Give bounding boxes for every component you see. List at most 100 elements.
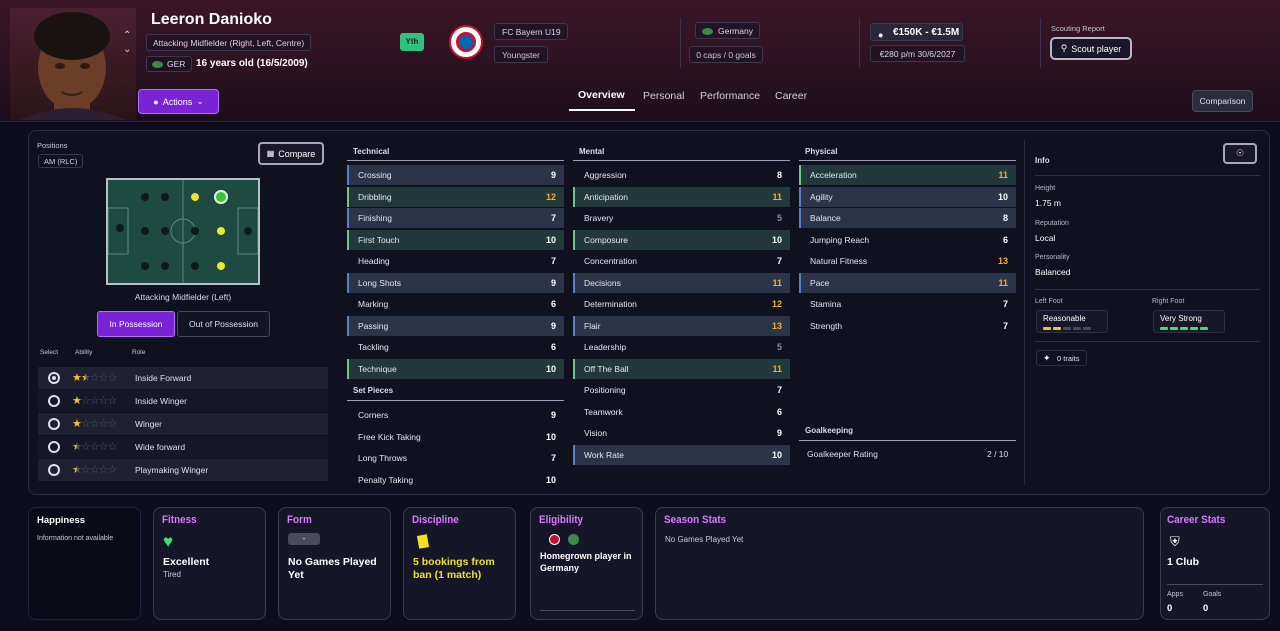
attribute-value: 6: [1002, 234, 1008, 245]
attribute-value: 8: [1002, 213, 1008, 223]
mental-row[interactable]: Bravery 5: [573, 208, 790, 228]
form-title: Form: [287, 514, 312, 526]
physical-row[interactable]: Natural Fitness 13: [799, 251, 1016, 271]
role-radio[interactable]: [48, 372, 60, 384]
tab-performance[interactable]: Performance: [700, 90, 760, 102]
season-stats-card[interactable]: Season Stats No Games Played Yet: [655, 507, 1144, 620]
career-stats-card[interactable]: Career Stats ⛨ 1 Club Apps 0 Goals 0: [1160, 507, 1270, 620]
role-row[interactable]: ★★☆☆☆ Inside Forward: [38, 367, 328, 389]
set_pieces-row[interactable]: Penalty Taking 10: [347, 470, 564, 490]
mental-row[interactable]: Composure 10: [573, 229, 790, 250]
technical-row[interactable]: First Touch 10: [347, 229, 564, 250]
mental-row[interactable]: Vision 9: [573, 423, 790, 443]
physical-row[interactable]: Strength 7: [799, 316, 1016, 336]
role-row[interactable]: ★☆☆☆☆ Wide forward: [38, 436, 328, 458]
role-radio[interactable]: [48, 441, 60, 453]
scout-player-button[interactable]: ⚲ Scout player: [1050, 37, 1132, 60]
set_pieces-row[interactable]: Long Throws 7: [347, 448, 564, 468]
fitness-card[interactable]: Fitness ♥ Excellent Tired: [153, 507, 266, 620]
role-radio[interactable]: [48, 418, 60, 430]
set_pieces-row[interactable]: Free Kick Taking 10: [347, 427, 564, 447]
mental-row[interactable]: Leadership 5: [573, 337, 790, 357]
wage-contract: €280 p/m 30/6/2027: [870, 45, 965, 62]
set_pieces-row[interactable]: Corners 9: [347, 405, 564, 425]
pitch-view-icon[interactable]: ☉: [1223, 143, 1257, 164]
technical-row[interactable]: Finishing 7: [347, 208, 564, 228]
role-row[interactable]: ★☆☆☆☆ Inside Winger: [38, 390, 328, 412]
flag-icon: [568, 534, 579, 545]
technical-row[interactable]: Marking 6: [347, 294, 564, 314]
mental-row[interactable]: Positioning 7: [573, 380, 790, 400]
physical-row[interactable]: Stamina 7: [799, 294, 1016, 314]
player-photo: [10, 8, 136, 120]
mental-row[interactable]: Anticipation 11: [573, 186, 790, 207]
club-logo-icon[interactable]: [449, 25, 483, 59]
attribute-value: 8: [776, 170, 782, 180]
attribute-value: 7: [550, 453, 556, 463]
attribute-value: 5: [776, 342, 782, 352]
mental-row[interactable]: Flair 13: [573, 315, 790, 336]
mental-row[interactable]: Teamwork 6: [573, 402, 790, 422]
technical-row[interactable]: Long Shots 9: [347, 272, 564, 293]
mental-row[interactable]: Decisions 11: [573, 272, 790, 293]
attribute-name: Determination: [584, 299, 637, 309]
mental-row[interactable]: Determination 12: [573, 294, 790, 314]
physical-row[interactable]: Acceleration 11: [799, 165, 1016, 185]
attribute-name: Teamwork: [584, 406, 623, 417]
mental-row[interactable]: Off The Ball 11: [573, 358, 790, 379]
tab-overview[interactable]: Overview: [578, 89, 625, 101]
technical-row[interactable]: Crossing 9: [347, 165, 564, 185]
attribute-value: 11: [772, 277, 782, 288]
technical-row[interactable]: Passing 9: [347, 315, 564, 336]
flag-icon: [702, 28, 713, 35]
technical-row[interactable]: Dribbling 12: [347, 186, 564, 207]
role-radio[interactable]: [48, 395, 60, 407]
meter-segment: [1043, 327, 1051, 330]
attribute-value: 9: [550, 170, 556, 180]
attribute-value: 7: [1002, 299, 1008, 309]
value-badge: ● €150K - €1.5M: [870, 23, 963, 41]
nation-badge[interactable]: Germany: [695, 22, 760, 39]
tab-personal[interactable]: Personal: [643, 90, 684, 102]
out-of-possession-toggle[interactable]: Out of Possession: [177, 311, 270, 337]
role-radio[interactable]: [48, 464, 60, 476]
physical-row[interactable]: Jumping Reach 6: [799, 230, 1016, 250]
physical-row[interactable]: Agility 10: [799, 186, 1016, 207]
career-stats-title: Career Stats: [1167, 514, 1226, 526]
eligibility-card[interactable]: Eligibility Homegrown player in Germany: [530, 507, 643, 620]
chevron-down-icon: ⌄: [196, 96, 204, 106]
flag-icon: [152, 61, 163, 68]
role-name: Winger: [135, 419, 162, 429]
mental-row[interactable]: Concentration 7: [573, 251, 790, 271]
player-name: Leeron Danioko: [151, 11, 272, 28]
traits-button[interactable]: ✦ 0 traits: [1036, 350, 1087, 366]
reputation-label: Reputation: [1035, 220, 1069, 227]
mental-row[interactable]: Aggression 8: [573, 165, 790, 185]
attribute-value: 10: [771, 449, 782, 460]
attribute-name: Flair: [584, 320, 601, 331]
physical-row[interactable]: Balance 8: [799, 208, 1016, 228]
technical-row[interactable]: Tackling 6: [347, 337, 564, 357]
meter-segment: [1083, 327, 1091, 330]
physical-row[interactable]: Pace 11: [799, 272, 1016, 293]
tab-career[interactable]: Career: [775, 90, 807, 102]
discipline-card[interactable]: Discipline 5 bookings from ban (1 match): [403, 507, 516, 620]
comparison-button[interactable]: Comparison: [1192, 90, 1253, 112]
attribute-value: 10: [545, 474, 556, 485]
nation-code: GER: [167, 59, 186, 69]
form-card[interactable]: Form - No Games Played Yet: [278, 507, 391, 620]
personality-value: Balanced: [1035, 267, 1071, 277]
previous-player-icon[interactable]: ⌃: [123, 30, 131, 41]
in-possession-toggle[interactable]: In Possession: [97, 311, 175, 337]
attribute-value: 10: [545, 431, 556, 442]
mental-row[interactable]: Work Rate 10: [573, 444, 790, 465]
role-row[interactable]: ★☆☆☆☆ Playmaking Winger: [38, 459, 328, 481]
compare-button[interactable]: ▦ Compare: [258, 142, 324, 165]
next-player-icon[interactable]: ⌄: [123, 44, 131, 55]
yellow-card-icon: [416, 534, 430, 549]
technical-row[interactable]: Heading 7: [347, 251, 564, 271]
club-name[interactable]: FC Bayern U19: [494, 23, 568, 40]
actions-button[interactable]: ● Actions ⌄: [138, 89, 219, 114]
role-row[interactable]: ★☆☆☆☆ Winger: [38, 413, 328, 435]
technical-row[interactable]: Technique 10: [347, 358, 564, 379]
